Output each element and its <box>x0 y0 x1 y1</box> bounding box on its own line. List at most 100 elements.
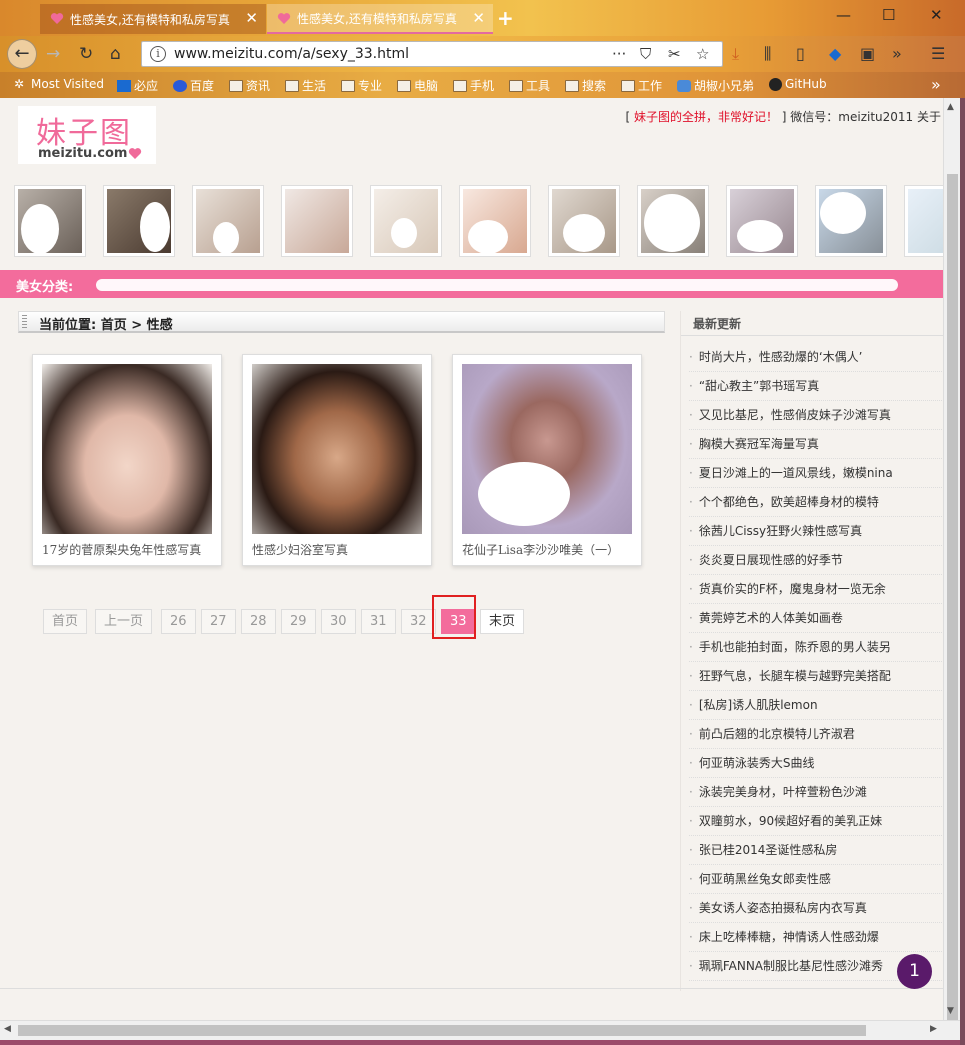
bookmark-folder-search[interactable]: 搜索 <box>565 77 606 94</box>
bookmark-star-icon[interactable]: ☆ <box>696 45 709 63</box>
pocket-icon[interactable]: ⛉ <box>640 45 651 63</box>
gallery-caption[interactable]: 花仙子Lisa李沙沙唯美（一） <box>462 541 619 558</box>
thumbnail[interactable] <box>14 185 86 257</box>
site-promo-text[interactable]: 妹子图的全拼，非常好记！ <box>634 110 778 124</box>
gallery-caption[interactable]: 性感少妇浴室写真 <box>252 541 348 558</box>
horizontal-scroll-thumb[interactable] <box>18 1025 866 1036</box>
page-button[interactable]: 28 <box>241 609 276 634</box>
sidebar-list-item[interactable]: 炎炎夏日展现性感的好季节 <box>689 546 943 575</box>
sidebar-list-item[interactable]: 狂野气息，长腿车模与越野完美搭配 <box>689 662 943 691</box>
sidebar-list-item[interactable]: 胸模大赛冠军海量写真 <box>689 430 943 459</box>
page-last-button[interactable]: 末页 <box>480 609 525 634</box>
url-text[interactable]: www.meizitu.com/a/sexy_33.html <box>174 46 409 62</box>
page-button[interactable]: 30 <box>321 609 356 634</box>
minimize-icon[interactable]: — <box>836 6 851 24</box>
sidebar-list-item[interactable]: 时尚大片，性感劲爆的‘木偶人’ <box>689 343 943 372</box>
screenshot-icon[interactable]: ✂ <box>668 45 681 63</box>
gallery-card[interactable]: 17岁的菅原梨央兔年性感写真 <box>32 354 222 566</box>
thumbnail[interactable] <box>637 185 709 257</box>
bookmark-pepper[interactable]: 胡椒小兄弟 <box>677 77 754 94</box>
menu-icon[interactable]: ☰ <box>931 44 945 63</box>
sidebar-icon[interactable]: ▯ <box>796 44 805 63</box>
back-arrow-icon[interactable]: ← <box>7 39 37 69</box>
notification-badge[interactable]: 1 <box>897 954 932 989</box>
breadcrumb-text[interactable]: 当前位置: 首页 > 性感 <box>39 314 173 333</box>
thumbnail[interactable] <box>815 185 887 257</box>
forward-arrow-icon[interactable]: → <box>46 44 60 64</box>
sidebar-list-item[interactable]: 前凸后翘的北京模特儿齐淑君 <box>689 720 943 749</box>
page-button[interactable]: 27 <box>201 609 236 634</box>
extension-gem-icon[interactable]: ◆ <box>829 44 841 63</box>
thumbnail[interactable] <box>103 185 175 257</box>
bookmarks-overflow-icon[interactable]: » <box>931 75 941 94</box>
bookmark-baidu[interactable]: 百度 <box>173 77 214 94</box>
sidebar-list-item[interactable]: 床上吃棒棒糖，神情诱人性感劲爆 <box>689 923 943 952</box>
thumbnail[interactable] <box>370 185 442 257</box>
gallery-card[interactable]: 花仙子Lisa李沙沙唯美（一） <box>452 354 642 566</box>
page-button[interactable]: 29 <box>281 609 316 634</box>
bookmark-folder-phone[interactable]: 手机 <box>453 77 494 94</box>
sidebar-list-item[interactable]: 何亚萌泳装秀大S曲线 <box>689 749 943 778</box>
bookmark-github[interactable]: GitHub <box>769 77 827 91</box>
home-icon[interactable]: ⌂ <box>110 44 121 64</box>
sidebar-list-item[interactable]: 手机也能拍封面，陈乔恩的男人装另 <box>689 633 943 662</box>
thumbnail[interactable] <box>459 185 531 257</box>
page-button[interactable]: 26 <box>161 609 196 634</box>
bookmark-folder-news[interactable]: 资讯 <box>229 77 270 94</box>
more-tools-icon[interactable]: » <box>892 44 902 63</box>
sidebar-list-item[interactable]: 个个都绝色，欧美超棒身材的模特 <box>689 488 943 517</box>
site-info-icon[interactable]: i <box>150 46 166 62</box>
vertical-scroll-thumb[interactable] <box>947 174 958 1034</box>
tab-2[interactable]: 性感美女,还有模特和私房写真 ✕ <box>267 4 493 34</box>
library-icon[interactable]: ⫼ <box>764 44 771 64</box>
sidebar-list-item[interactable]: 货真价实的F杯，魔鬼身材一览无余 <box>689 575 943 604</box>
download-icon[interactable]: ⤓ <box>732 44 739 64</box>
bookmark-most-visited[interactable]: ✲ Most Visited <box>14 77 104 91</box>
url-bar[interactable]: i www.meizitu.com/a/sexy_33.html ··· ⛉ ✂… <box>141 41 723 67</box>
vertical-scrollbar[interactable]: ▲ ▼ <box>943 98 960 1034</box>
new-tab-button[interactable]: + <box>497 6 514 30</box>
tab-1[interactable]: 性感美女,还有模特和私房写真 ✕ <box>40 4 266 34</box>
site-logo[interactable]: 妹子图 meizitu.com <box>18 106 156 164</box>
page-button[interactable]: 32 <box>401 609 436 634</box>
page-button[interactable]: 31 <box>361 609 396 634</box>
bookmark-bing[interactable]: 必应 <box>117 77 158 94</box>
extension-se-icon[interactable]: ▣ <box>860 44 875 63</box>
thumbnail[interactable] <box>548 185 620 257</box>
maximize-icon[interactable]: ☐ <box>882 6 895 24</box>
tab-2-close-icon[interactable]: ✕ <box>472 9 485 27</box>
gallery-card[interactable]: 性感少妇浴室写真 <box>242 354 432 566</box>
gallery-photo[interactable] <box>462 364 632 534</box>
sidebar-list-item[interactable]: 夏日沙滩上的一道风景线，嫩模nina <box>689 459 943 488</box>
sidebar-list-item[interactable]: [私房]诱人肌肤lemon <box>689 691 943 720</box>
tab-1-close-icon[interactable]: ✕ <box>245 9 258 27</box>
thumbnail[interactable] <box>904 185 943 257</box>
sidebar-list-item[interactable]: 又见比基尼，性感俏皮妹子沙滩写真 <box>689 401 943 430</box>
sidebar-list-item[interactable]: 泳装完美身材，叶梓萱粉色沙滩 <box>689 778 943 807</box>
bookmark-folder-life[interactable]: 生活 <box>285 77 326 94</box>
sidebar-list-item[interactable]: 美女诱人姿态拍摄私房内衣写真 <box>689 894 943 923</box>
bookmark-folder-pc[interactable]: 电脑 <box>397 77 438 94</box>
page-first-button[interactable]: 首页 <box>43 609 88 634</box>
sidebar-list-item[interactable]: 徐茜儿Cissy狂野火辣性感写真 <box>689 517 943 546</box>
scroll-down-icon[interactable]: ▼ <box>947 1006 954 1016</box>
close-window-icon[interactable]: ✕ <box>930 6 943 24</box>
sidebar-list-item[interactable]: 黄莞婷艺术的人体美如画卷 <box>689 604 943 633</box>
thumbnail[interactable] <box>192 185 264 257</box>
scroll-up-icon[interactable]: ▲ <box>947 102 954 112</box>
page-prev-button[interactable]: 上一页 <box>95 609 153 634</box>
gallery-photo[interactable] <box>252 364 422 534</box>
gallery-caption[interactable]: 17岁的菅原梨央兔年性感写真 <box>42 541 201 558</box>
bookmark-folder-pro[interactable]: 专业 <box>341 77 382 94</box>
sidebar-list-item[interactable]: 何亚萌黑丝兔女郎卖性感 <box>689 865 943 894</box>
horizontal-scrollbar[interactable]: ◀ ▶ <box>0 1020 960 1040</box>
scroll-left-icon[interactable]: ◀ <box>4 1024 11 1034</box>
sidebar-list-item[interactable]: “甜心教主”郭书瑶写真 <box>689 372 943 401</box>
sidebar-list-item[interactable]: 张已桂2014圣诞性感私房 <box>689 836 943 865</box>
thumbnail[interactable] <box>281 185 353 257</box>
page-actions-icon[interactable]: ··· <box>612 45 626 63</box>
thumbnail[interactable] <box>726 185 798 257</box>
reload-icon[interactable]: ↻ <box>79 44 93 64</box>
bookmark-folder-tools[interactable]: 工具 <box>509 77 550 94</box>
bookmark-folder-work[interactable]: 工作 <box>621 77 662 94</box>
